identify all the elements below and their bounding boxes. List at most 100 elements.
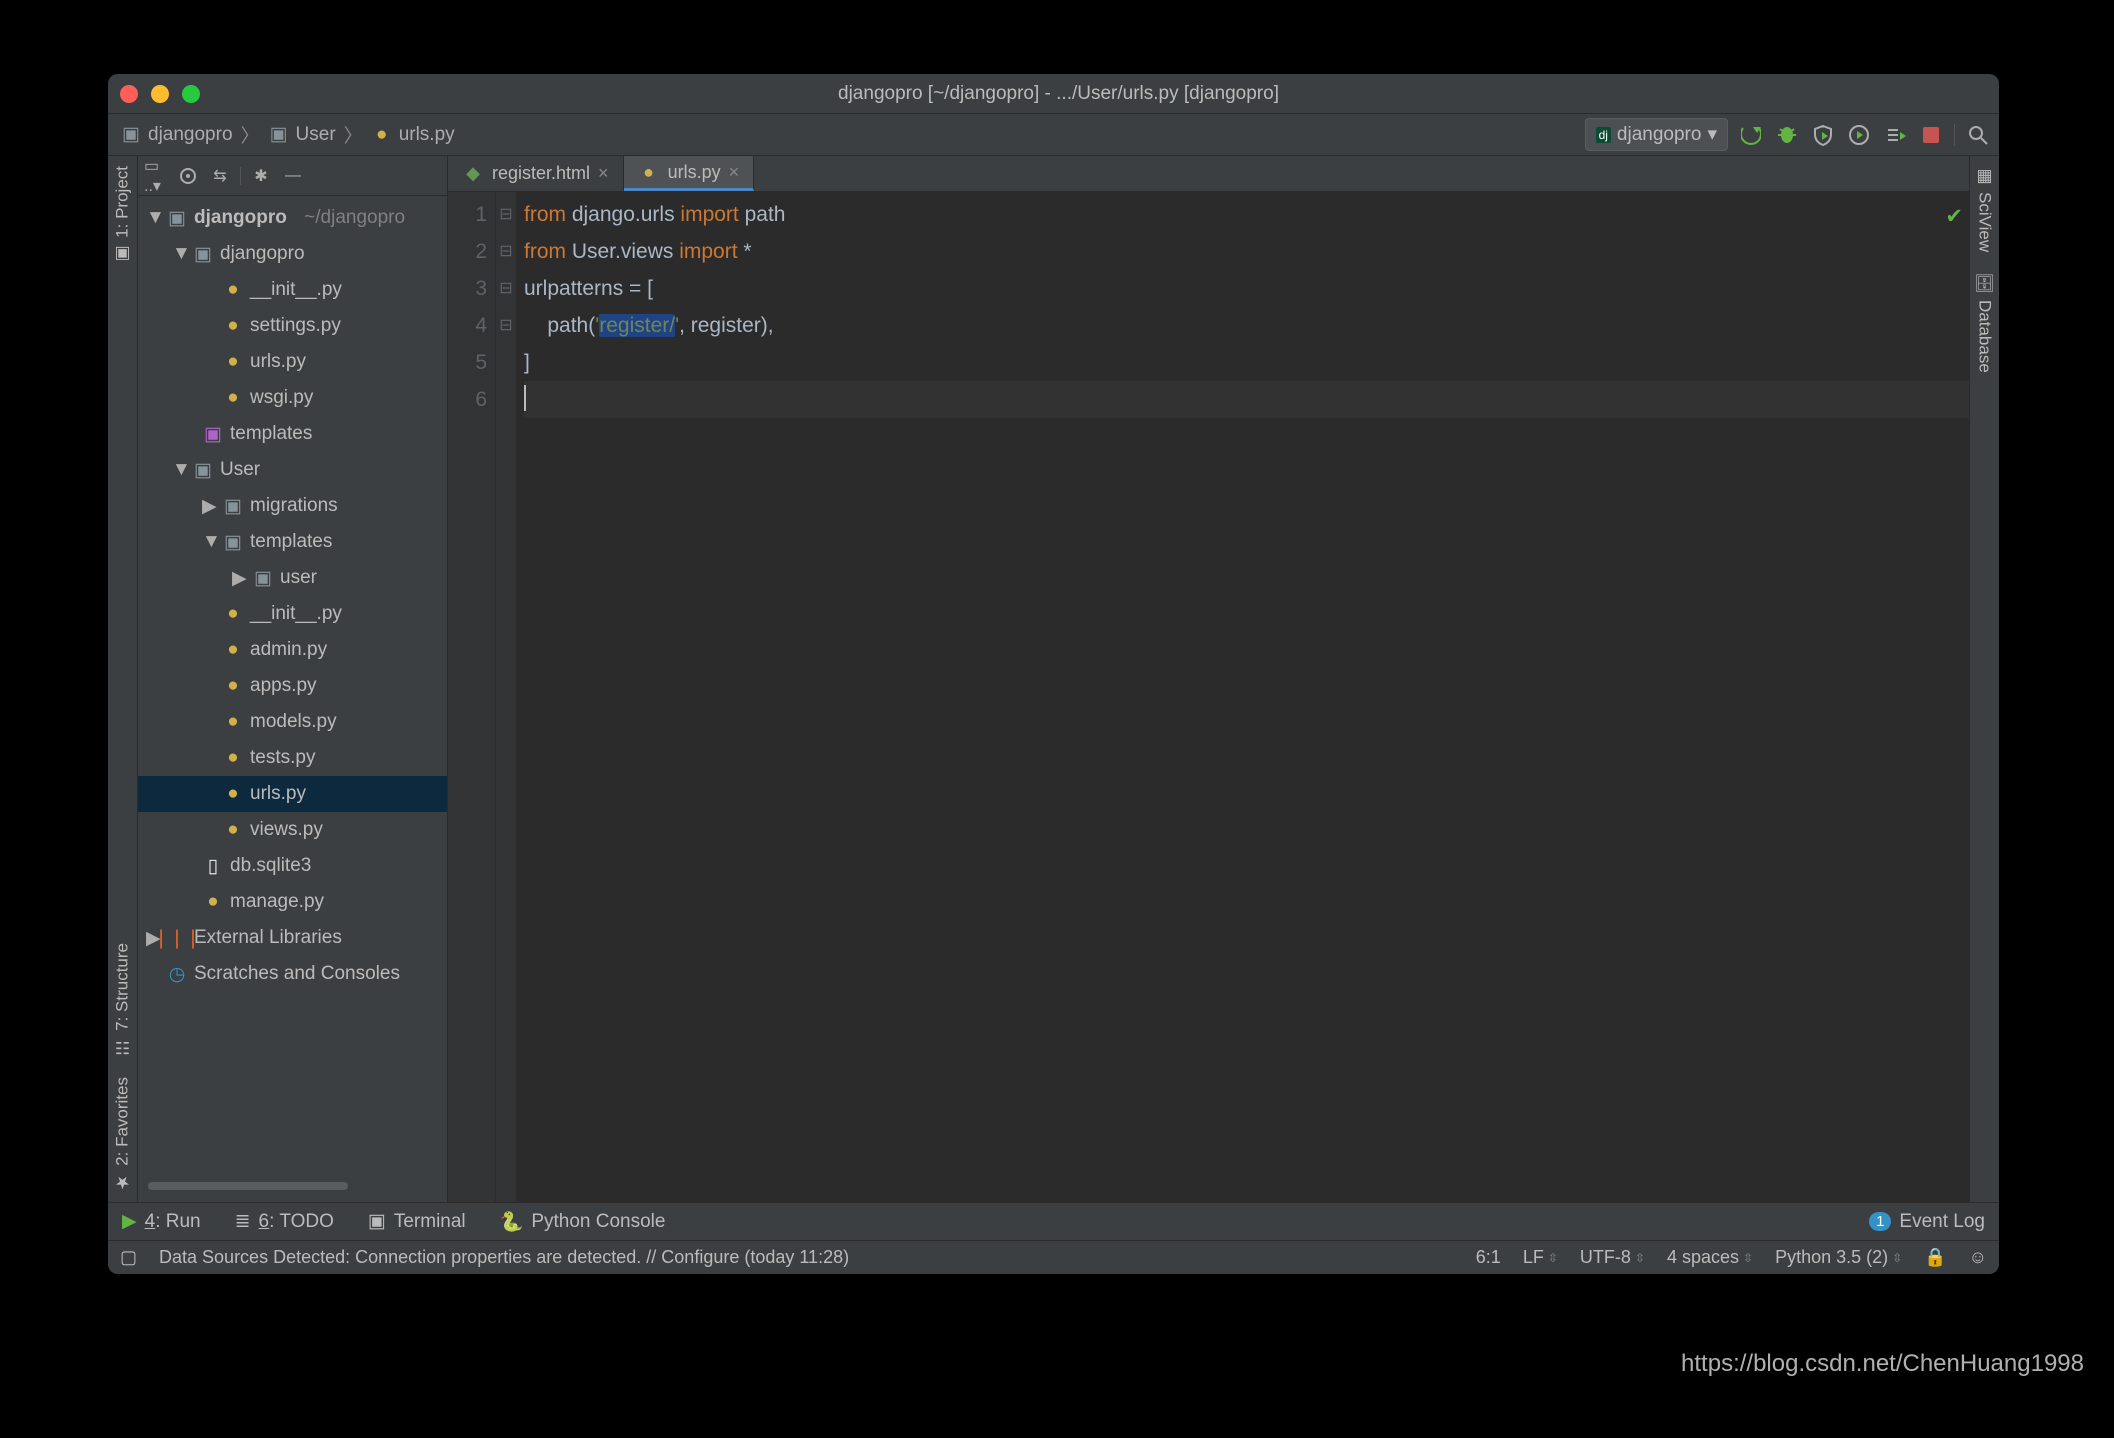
tree-row[interactable]: ●__init__.py — [138, 596, 447, 632]
right-tool-stripe: ▦SciView 🗄Database — [1969, 156, 1999, 1202]
tree-row[interactable]: ▣templates — [138, 416, 447, 452]
python-icon: ● — [222, 712, 244, 732]
maximize-window-button[interactable] — [182, 85, 200, 103]
database-toolwindow-tab[interactable]: 🗄Database — [1970, 262, 1999, 382]
tree-row[interactable]: ●manage.py — [138, 884, 447, 920]
line-separator-selector[interactable]: LF⇳ — [1523, 1247, 1558, 1268]
tree-row[interactable]: ▼▣templates — [138, 524, 447, 560]
interpreter-selector[interactable]: Python 3.5 (2)⇳ — [1775, 1247, 1902, 1268]
tree-row[interactable]: ●wsgi.py — [138, 380, 447, 416]
run-toolwindow-tab[interactable]: ▶4: Run — [122, 1210, 201, 1233]
python-console-tab[interactable]: 🐍Python Console — [500, 1210, 666, 1234]
sciview-toolwindow-tab[interactable]: ▦SciView — [1970, 156, 1999, 262]
tree-row[interactable]: ▶▣user — [138, 560, 447, 596]
folder-icon: ▣ — [268, 125, 290, 145]
favorites-toolwindow-tab[interactable]: ★2: Favorites — [108, 1067, 137, 1202]
python-icon: ● — [222, 604, 244, 624]
python-icon: ● — [222, 316, 244, 336]
navigation-bar: ▣djangopro 〉 ▣User 〉 ●urls.py dj djangop… — [108, 114, 1999, 156]
project-view-selector[interactable]: ▭ ..▾ — [144, 164, 168, 188]
python-icon: ● — [202, 892, 224, 912]
breadcrumb-user[interactable]: ▣User — [264, 122, 340, 148]
project-toolwindow-tab[interactable]: ▣1: Project — [108, 156, 137, 274]
tree-row-selected[interactable]: ●urls.py — [138, 776, 447, 812]
tree-row[interactable]: ●settings.py — [138, 308, 447, 344]
profile-button[interactable] — [1846, 122, 1872, 148]
text-cursor — [524, 385, 526, 411]
scratches-icon: ◷ — [166, 964, 188, 984]
tab-urls-py[interactable]: ●urls.py× — [624, 156, 755, 191]
caret-position[interactable]: 6:1 — [1476, 1247, 1501, 1268]
python-icon: ● — [222, 820, 244, 840]
file-icon: ▯ — [202, 856, 224, 876]
expand-all-button[interactable]: ⇆ — [208, 164, 232, 188]
tree-row-root[interactable]: ▼▣djangopro ~/djangopro — [138, 200, 447, 236]
python-icon: ● — [222, 640, 244, 660]
indent-selector[interactable]: 4 spaces⇳ — [1667, 1247, 1753, 1268]
hector-icon[interactable]: ☺ — [1969, 1247, 1987, 1268]
debug-button[interactable] — [1774, 122, 1800, 148]
collapse-icon: ▶ — [232, 567, 246, 590]
tree-row[interactable]: ▼▣djangopro — [138, 236, 447, 272]
status-message[interactable]: Data Sources Detected: Connection proper… — [159, 1247, 1454, 1268]
tree-row[interactable]: ●apps.py — [138, 668, 447, 704]
folder-icon: ▣ — [192, 460, 214, 480]
tab-register-html[interactable]: ◆register.html× — [448, 156, 624, 191]
expand-icon: ▼ — [172, 459, 186, 481]
tree-row[interactable]: ●models.py — [138, 704, 447, 740]
folder-icon: ▣ — [222, 496, 244, 516]
tree-row[interactable]: ▶▣migrations — [138, 488, 447, 524]
todo-toolwindow-tab[interactable]: ≣6: TODO — [235, 1210, 334, 1233]
line-number-gutter: 123456 — [448, 192, 496, 1202]
locate-file-button[interactable] — [176, 164, 200, 188]
chevron-down-icon: ▾ — [1707, 123, 1717, 146]
breadcrumb-file[interactable]: ●urls.py — [367, 122, 459, 148]
lock-icon[interactable]: 🔒 — [1924, 1247, 1946, 1268]
event-log-tab[interactable]: 1Event Log — [1869, 1211, 1985, 1233]
run-button[interactable] — [1738, 122, 1764, 148]
tree-row[interactable]: ●views.py — [138, 812, 447, 848]
ide-window: djangopro [~/djangopro] - .../User/urls.… — [108, 74, 1999, 1274]
editor[interactable]: 123456 ⊟⊟⊟ ⊟ ✔ from django.urls import p… — [448, 192, 1969, 1202]
project-tree[interactable]: ▼▣djangopro ~/djangopro ▼▣djangopro ●__i… — [138, 196, 447, 1178]
expand-icon: ▼ — [202, 531, 216, 553]
tree-row[interactable]: ●__init__.py — [138, 272, 447, 308]
terminal-icon: ▣ — [368, 1210, 386, 1233]
stop-button[interactable] — [1918, 122, 1944, 148]
python-icon: ● — [222, 784, 244, 804]
expand-icon: ▼ — [172, 243, 186, 265]
notification-badge: 1 — [1869, 1212, 1891, 1231]
tree-row[interactable]: ●tests.py — [138, 740, 447, 776]
structure-toolwindow-tab[interactable]: ☷7: Structure — [108, 933, 137, 1067]
close-tab-button[interactable]: × — [729, 162, 740, 183]
breadcrumb-root[interactable]: ▣djangopro — [116, 122, 237, 148]
python-icon: ● — [222, 388, 244, 408]
expand-icon: ▼ — [146, 207, 160, 229]
folder-icon: ▣ — [166, 208, 188, 228]
play-icon: ▶ — [122, 1210, 137, 1233]
tree-row[interactable]: ●admin.py — [138, 632, 447, 668]
fold-gutter: ⊟⊟⊟ ⊟ — [496, 192, 516, 1202]
minimize-window-button[interactable] — [151, 85, 169, 103]
inspections-ok-icon[interactable]: ✔ — [1945, 198, 1963, 235]
hide-button[interactable]: — — [281, 164, 305, 188]
tree-row[interactable]: ▯db.sqlite3 — [138, 848, 447, 884]
attach-button[interactable] — [1882, 122, 1908, 148]
close-tab-button[interactable]: × — [598, 163, 609, 184]
horizontal-scrollbar[interactable] — [148, 1182, 437, 1196]
tree-row-scratches[interactable]: ◷Scratches and Consoles — [138, 956, 447, 992]
run-config-selector[interactable]: dj djangopro ▾ — [1585, 118, 1728, 151]
search-button[interactable] — [1965, 122, 1991, 148]
encoding-selector[interactable]: UTF-8⇳ — [1580, 1247, 1645, 1268]
tree-row-external[interactable]: ▶❘❘❘External Libraries — [138, 920, 447, 956]
code-content[interactable]: ✔ from django.urls import path from User… — [516, 192, 1969, 1202]
tree-row[interactable]: ▼▣User — [138, 452, 447, 488]
coverage-button[interactable] — [1810, 122, 1836, 148]
tree-row[interactable]: ●urls.py — [138, 344, 447, 380]
python-icon: ● — [222, 280, 244, 300]
settings-button[interactable]: ✱ — [249, 164, 273, 188]
python-icon: ● — [638, 162, 660, 182]
tool-windows-button[interactable]: ▢ — [120, 1247, 137, 1268]
terminal-toolwindow-tab[interactable]: ▣Terminal — [368, 1210, 466, 1233]
close-window-button[interactable] — [120, 85, 138, 103]
